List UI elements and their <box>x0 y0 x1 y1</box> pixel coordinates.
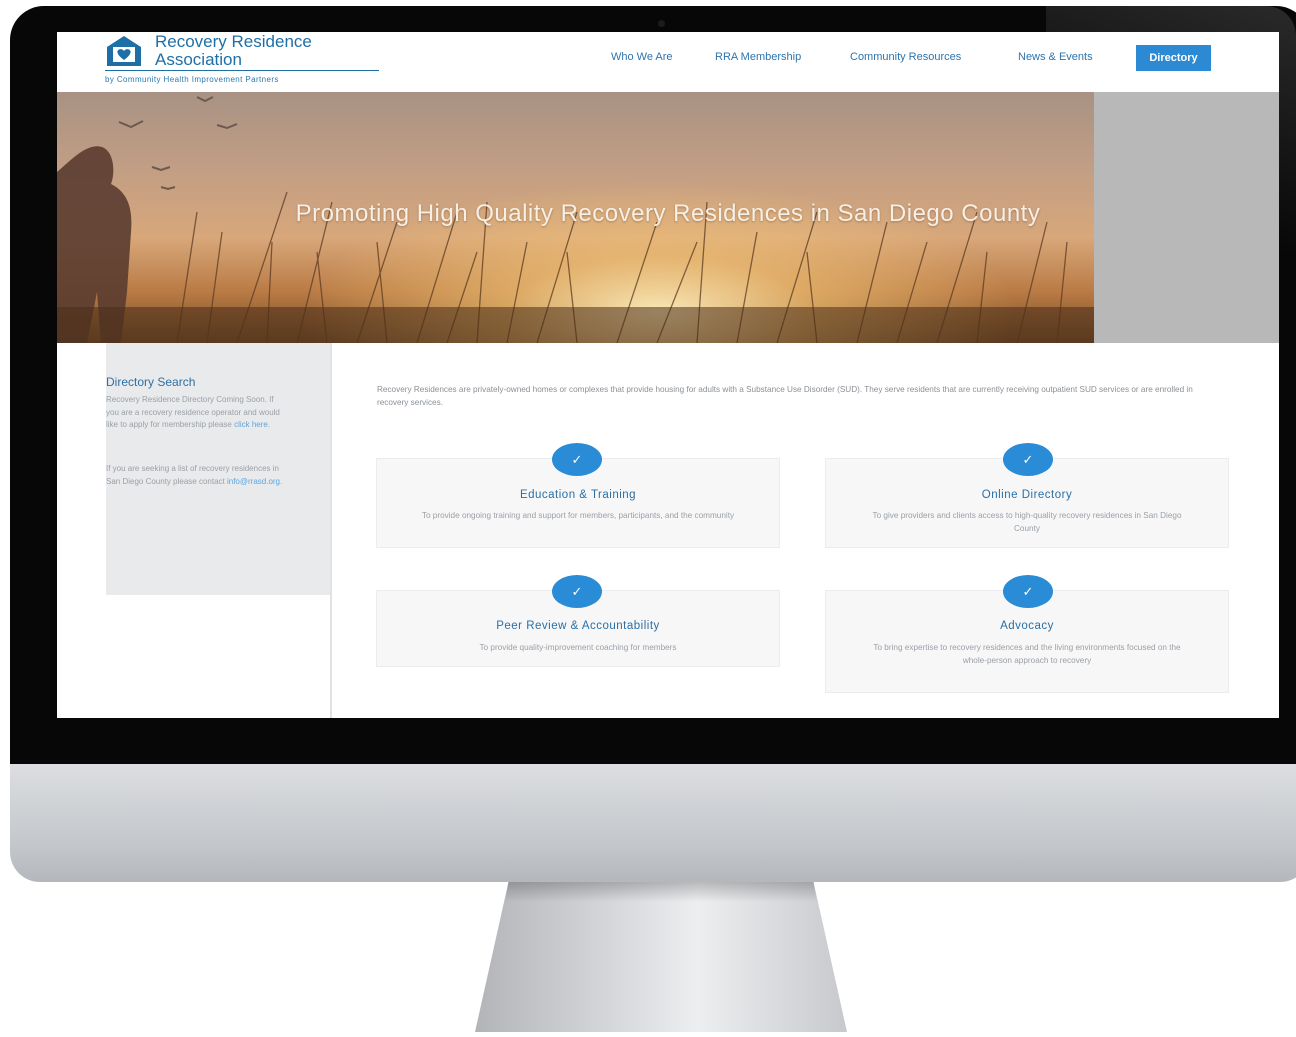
nav-rra-membership[interactable]: RRA Membership <box>715 51 801 63</box>
sidebar-paragraph-2: If you are seeking a list of recovery re… <box>106 463 284 488</box>
house-heart-logo-icon[interactable] <box>105 34 143 68</box>
checkmark-icon: ✓ <box>552 575 602 608</box>
card-description: To give providers and clients access to … <box>872 511 1182 533</box>
monitor-chin <box>10 764 1296 882</box>
hero-headline: Promoting High Quality Recovery Residenc… <box>295 200 1041 227</box>
intro-paragraph: Recovery Residences are privately-owned … <box>377 385 1193 407</box>
nav-who-we-are[interactable]: Who We Are <box>611 51 673 63</box>
monitor-stand <box>475 882 847 1032</box>
sidebar-divider <box>330 343 332 718</box>
nav-directory-button[interactable]: Directory <box>1136 45 1211 71</box>
nav-community-resources[interactable]: Community Resources <box>850 51 961 63</box>
sidebar-title: Directory Search <box>106 375 196 389</box>
card-title: Online Directory <box>981 489 1073 501</box>
stand-shadow <box>504 882 818 902</box>
checkmark-icon: ✓ <box>552 443 602 476</box>
email-link[interactable]: info@rrasd.org <box>227 477 280 486</box>
checkmark-icon: ✓ <box>1003 443 1053 476</box>
card-description: To bring expertise to recovery residence… <box>873 643 1181 665</box>
click-here-link[interactable]: click here <box>234 420 268 429</box>
logo-divider <box>105 70 379 71</box>
nav-news-events[interactable]: News & Events <box>1018 51 1093 63</box>
sidebar-paragraph-1: Recovery Residence Directory Coming Soon… <box>106 394 284 432</box>
site-header: Recovery Residence Association by Commun… <box>57 32 1279 92</box>
sidebar-paragraph-2-end: . <box>280 476 283 486</box>
site-subtitle: by Community Health Improvement Partners <box>105 75 279 84</box>
card-description: To provide ongoing training and support … <box>421 511 735 520</box>
website-screen: Recovery Residence Association by Commun… <box>57 32 1279 718</box>
card-title: Advocacy <box>1000 620 1054 632</box>
webcam <box>658 20 665 27</box>
checkmark-icon: ✓ <box>1003 575 1053 608</box>
site-title[interactable]: Recovery Residence Association <box>155 33 395 69</box>
sidebar-paragraph-1-end: . <box>267 420 271 429</box>
card-description: To provide quality-improvement coaching … <box>479 643 677 652</box>
card-title: Peer Review & Accountability <box>496 620 660 632</box>
card-title: Education & Training <box>519 489 637 501</box>
hero-banner: Promoting High Quality Recovery Residenc… <box>57 92 1279 343</box>
